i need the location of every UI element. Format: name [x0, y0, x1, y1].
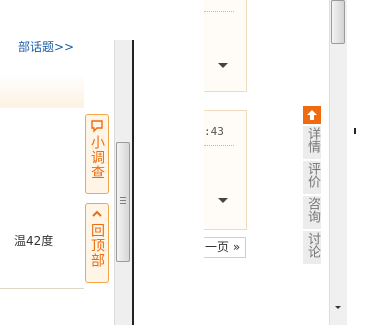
dropdown-panel-bottom[interactable]: :43 — [204, 110, 247, 230]
nav-item-discussion[interactable]: 讨论 — [303, 231, 321, 264]
right-scrollbar[interactable] — [329, 0, 347, 325]
back-to-top-tab[interactable]: 回顶部 — [85, 203, 109, 283]
left-scrollbar[interactable] — [114, 40, 132, 325]
arrow-up-icon[interactable] — [303, 106, 321, 124]
grip-icon — [120, 197, 126, 206]
nav-item-details[interactable]: 详情 — [303, 126, 321, 159]
temperature-text: 温42度 — [14, 234, 54, 248]
back-to-top-label: 回顶部 — [89, 223, 105, 268]
left-window: 部话题>> 温42度 小调查 回顶部 — [0, 0, 146, 325]
nav-item-label: 详情 — [305, 127, 320, 153]
chevron-down-icon[interactable] — [218, 198, 228, 203]
nav-item-label: 咨询 — [305, 197, 320, 223]
window-edge-mark — [354, 128, 356, 134]
chat-bubble-icon — [91, 120, 103, 133]
window-edge — [132, 40, 134, 325]
arrow-up-glyph — [307, 110, 317, 120]
scroll-down-arrow-icon[interactable] — [335, 306, 341, 309]
left-scrollbar-thumb[interactable] — [116, 142, 130, 262]
survey-tab[interactable]: 小调查 — [85, 114, 109, 194]
nav-item-label: 讨论 — [305, 232, 320, 258]
nav-item-label: 评价 — [305, 162, 320, 188]
right-window: :43 一页 » 详情 评价 咨询 讨论 — [146, 0, 372, 325]
highlight-band — [0, 74, 84, 108]
dotted-divider — [204, 145, 234, 146]
nav-item-reviews[interactable]: 评价 — [303, 161, 321, 194]
topic-link[interactable]: 部话题>> — [18, 38, 74, 55]
detail-side-nav: 详情 评价 咨询 讨论 — [303, 106, 321, 264]
time-text: :43 — [204, 125, 224, 138]
survey-tab-label: 小调查 — [89, 135, 105, 180]
chevron-down-icon[interactable] — [218, 63, 228, 68]
chevron-up-icon — [92, 210, 102, 217]
right-scrollbar-thumb[interactable] — [331, 0, 345, 44]
next-page-button[interactable]: 一页 » — [204, 237, 246, 258]
dotted-divider — [204, 11, 234, 12]
divider — [0, 288, 84, 289]
nav-item-inquiry[interactable]: 咨询 — [303, 196, 321, 229]
dropdown-panel-top[interactable] — [204, 0, 247, 92]
